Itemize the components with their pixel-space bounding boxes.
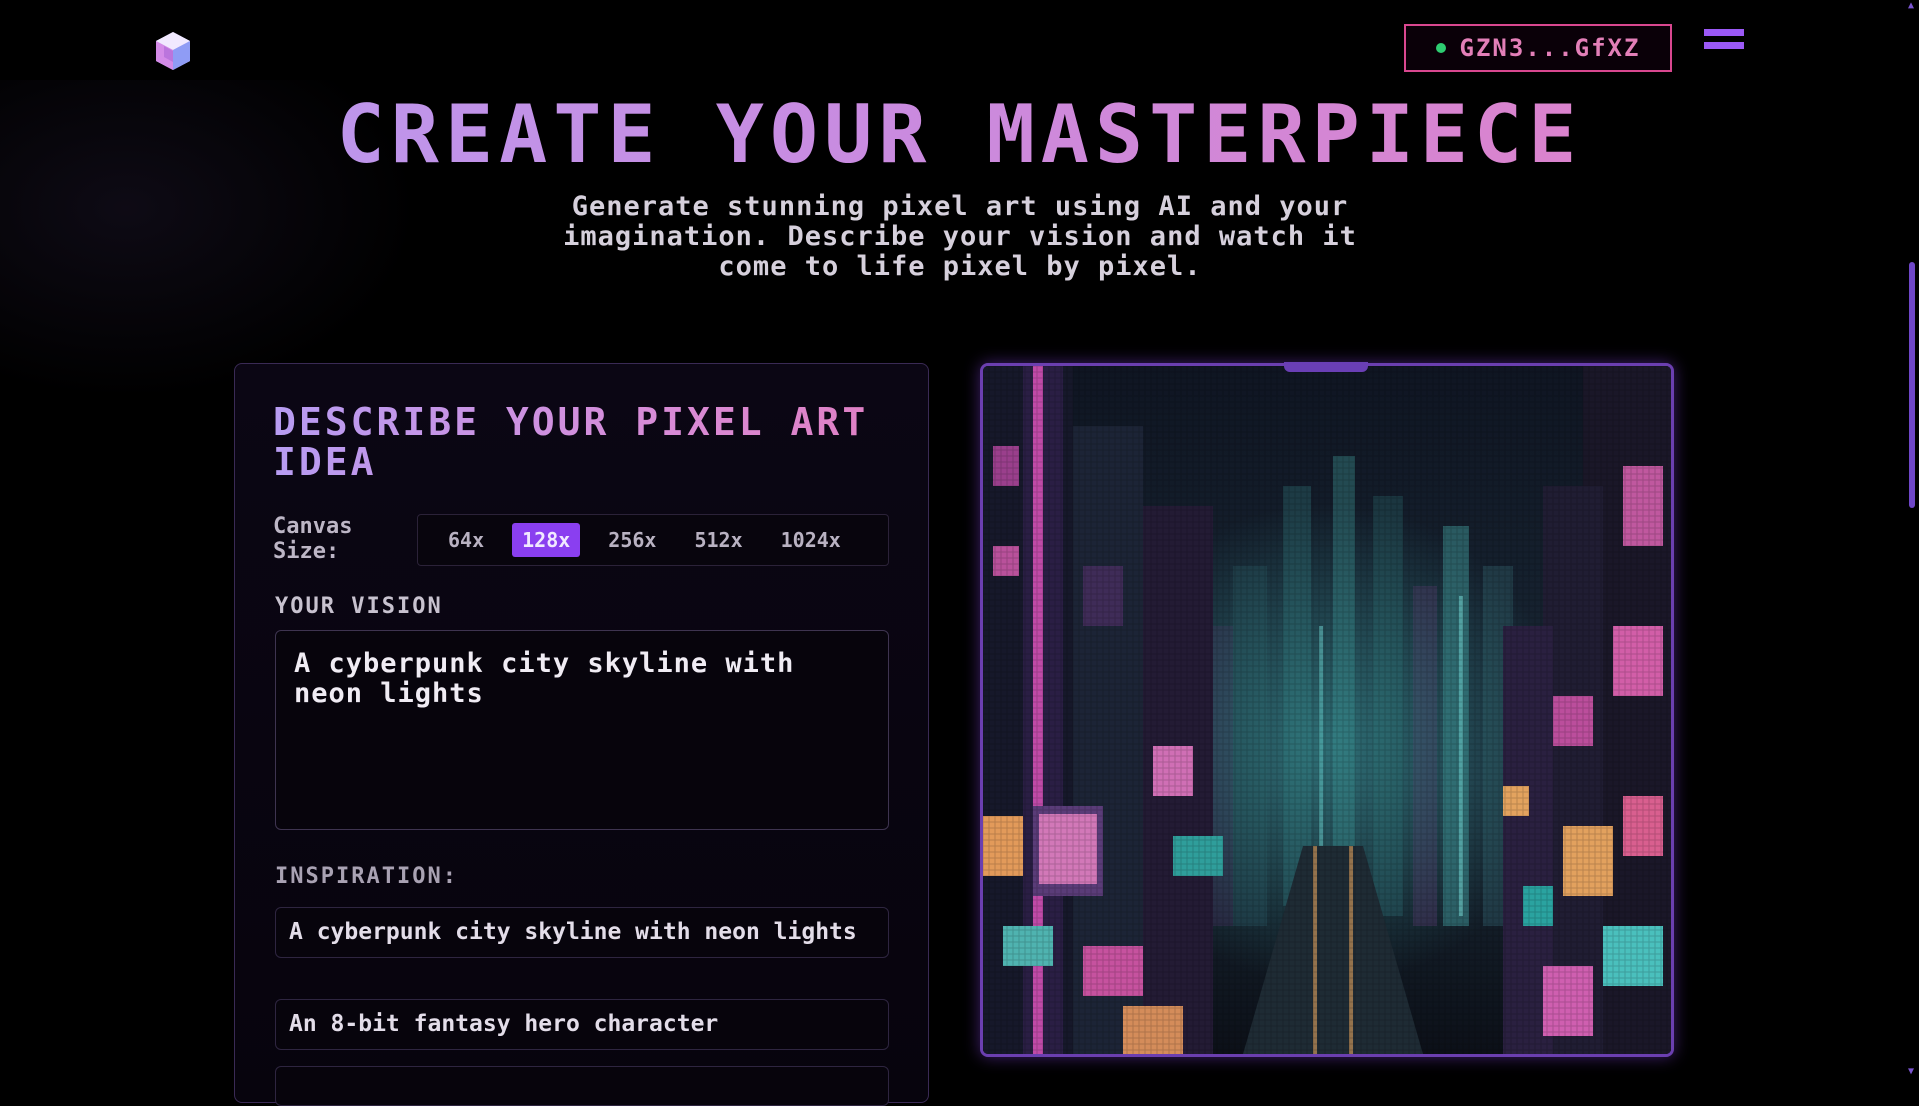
page-subtitle: Generate stunning pixel art using AI and… (563, 191, 1357, 282)
size-option-128[interactable]: 128x (512, 523, 581, 557)
page-scrollbar[interactable] (1909, 262, 1915, 508)
prompt-panel: DESCRIBE YOUR PIXEL ART IDEA Canvas Size… (234, 363, 929, 1106)
vision-textarea[interactable]: A cyberpunk city skyline with neon light… (275, 630, 889, 830)
scroll-up-arrow-icon[interactable]: ▲ (1908, 0, 1914, 11)
canvas-size-selector: 64x 128x 256x 512x 1024x (417, 514, 889, 566)
size-option-1024[interactable]: 1024x (771, 523, 851, 557)
vision-label: YOUR VISION (275, 594, 443, 619)
wallet-address: GZN3...GfXZ (1459, 34, 1641, 62)
cube-logo-icon[interactable] (150, 28, 196, 74)
panel-title: DESCRIBE YOUR PIXEL ART IDEA (273, 402, 893, 482)
canvas-size-label: Canvas Size: (273, 514, 353, 564)
wallet-address-button[interactable]: GZN3...GfXZ (1404, 24, 1672, 72)
size-option-256[interactable]: 256x (598, 523, 666, 557)
connection-status-dot (1435, 43, 1446, 53)
preview-tab-notch (1284, 362, 1368, 372)
hamburger-menu-icon[interactable] (1704, 29, 1744, 59)
inspiration-item[interactable]: A cyberpunk city skyline with neon light… (275, 907, 889, 958)
size-option-512[interactable]: 512x (684, 523, 752, 557)
inspiration-item[interactable]: An 8-bit fantasy hero character (275, 999, 889, 1050)
inspiration-label: INSPIRATION: (275, 864, 458, 889)
inspiration-item[interactable] (275, 1066, 889, 1106)
scroll-down-arrow-icon[interactable]: ▼ (1908, 1066, 1914, 1077)
cyberpunk-city-pixel-art-image (980, 363, 1674, 1057)
page-title: CREATE YOUR MASTERPIECE (0, 88, 1919, 181)
size-option-64[interactable]: 64x (438, 523, 494, 557)
